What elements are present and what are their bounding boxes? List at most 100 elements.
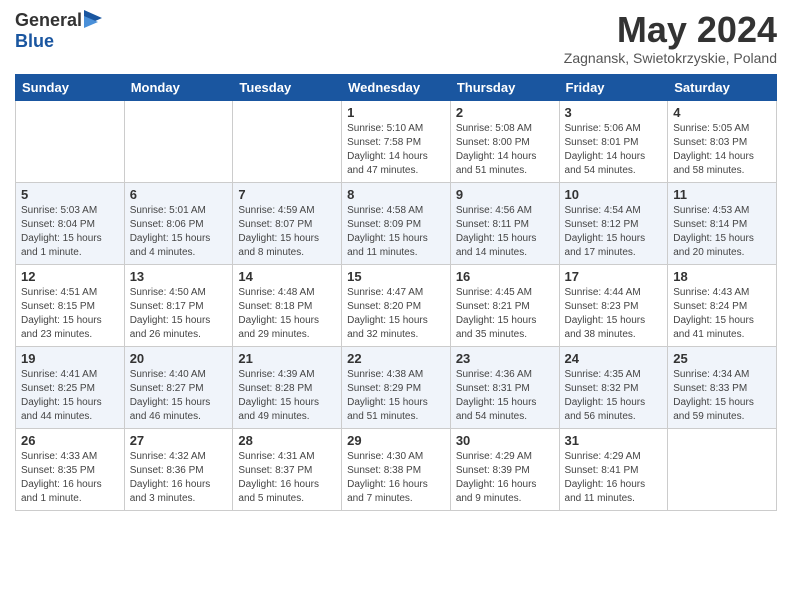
day-number: 16 [456, 269, 554, 284]
day-info: Sunrise: 4:29 AMSunset: 8:41 PMDaylight:… [565, 450, 663, 506]
day-number: 13 [130, 269, 228, 284]
day-info: Sunrise: 4:36 AMSunset: 8:31 PMDaylight:… [456, 368, 554, 424]
day-info: Sunrise: 5:10 AMSunset: 7:58 PMDaylight:… [347, 122, 445, 178]
day-number: 27 [130, 433, 228, 448]
day-number: 23 [456, 351, 554, 366]
calendar-cell: 3Sunrise: 5:06 AMSunset: 8:01 PMDaylight… [559, 100, 668, 182]
day-info: Sunrise: 4:58 AMSunset: 8:09 PMDaylight:… [347, 204, 445, 260]
day-info: Sunrise: 5:08 AMSunset: 8:00 PMDaylight:… [456, 122, 554, 178]
day-info: Sunrise: 5:05 AMSunset: 8:03 PMDaylight:… [673, 122, 771, 178]
day-number: 1 [347, 105, 445, 120]
calendar-cell: 31 Sunrise: 4:29 AMSunset: 8:41 PMDayligh… [559, 428, 668, 510]
calendar-cell: 25 Sunrise: 4:34 AMSunset: 8:33 PMDayligh… [668, 346, 777, 428]
calendar-cell: 21 Sunrise: 4:39 AMSunset: 8:28 PMDayligh… [233, 346, 342, 428]
day-info: Sunrise: 4:48 AMSunset: 8:18 PMDaylight:… [238, 286, 336, 342]
calendar-cell: 7Sunrise: 4:59 AMSunset: 8:07 PMDaylight… [233, 182, 342, 264]
logo-blue: Blue [15, 32, 102, 52]
day-info: Sunrise: 4:35 AMSunset: 8:32 PMDaylight:… [565, 368, 663, 424]
logo-text: General Blue [15, 10, 102, 52]
calendar-cell: 22 Sunrise: 4:38 AMSunset: 8:29 PMDayligh… [342, 346, 451, 428]
calendar-cell: 30 Sunrise: 4:29 AMSunset: 8:39 PMDayligh… [450, 428, 559, 510]
calendar-week-row: 19 Sunrise: 4:41 AMSunset: 8:25 PMDayligh… [16, 346, 777, 428]
calendar-week-row: 12Sunrise: 4:51 AMSunset: 8:15 PMDayligh… [16, 264, 777, 346]
header-sunday: Sunday [16, 74, 125, 100]
calendar-cell [668, 428, 777, 510]
day-number: 4 [673, 105, 771, 120]
calendar-cell: 17 Sunrise: 4:44 AMSunset: 8:23 PMDayligh… [559, 264, 668, 346]
calendar-cell: 23 Sunrise: 4:36 AMSunset: 8:31 PMDayligh… [450, 346, 559, 428]
calendar-cell: 9 Sunrise: 4:56 AMSunset: 8:11 PMDaylight… [450, 182, 559, 264]
day-number: 24 [565, 351, 663, 366]
day-number: 26 [21, 433, 119, 448]
calendar-cell: 29 Sunrise: 4:30 AMSunset: 8:38 PMDayligh… [342, 428, 451, 510]
header-monday: Monday [124, 74, 233, 100]
day-number: 31 [565, 433, 663, 448]
day-number: 6 [130, 187, 228, 202]
calendar-cell: 26Sunrise: 4:33 AMSunset: 8:35 PMDayligh… [16, 428, 125, 510]
calendar-cell: 4 Sunrise: 5:05 AMSunset: 8:03 PMDaylight… [668, 100, 777, 182]
day-info: Sunrise: 4:47 AMSunset: 8:20 PMDaylight:… [347, 286, 445, 342]
day-info: Sunrise: 4:30 AMSunset: 8:38 PMDaylight:… [347, 450, 445, 506]
header: General Blue May 2024 Zagnansk, Swietokr… [15, 10, 777, 66]
calendar-week-row: 26Sunrise: 4:33 AMSunset: 8:35 PMDayligh… [16, 428, 777, 510]
calendar-cell: 2 Sunrise: 5:08 AMSunset: 8:00 PMDaylight… [450, 100, 559, 182]
calendar-cell: 13 Sunrise: 4:50 AMSunset: 8:17 PMDayligh… [124, 264, 233, 346]
logo: General Blue [15, 10, 102, 52]
day-number: 19 [21, 351, 119, 366]
calendar-cell [124, 100, 233, 182]
calendar-cell: 5 Sunrise: 5:03 AMSunset: 8:04 PMDaylight… [16, 182, 125, 264]
calendar-cell: 10Sunrise: 4:54 AMSunset: 8:12 PMDayligh… [559, 182, 668, 264]
day-info: Sunrise: 4:50 AMSunset: 8:17 PMDaylight:… [130, 286, 228, 342]
day-number: 21 [238, 351, 336, 366]
calendar-cell: 1 Sunrise: 5:10 AMSunset: 7:58 PMDaylight… [342, 100, 451, 182]
calendar-cell: 12Sunrise: 4:51 AMSunset: 8:15 PMDayligh… [16, 264, 125, 346]
calendar-cell: 6 Sunrise: 5:01 AMSunset: 8:06 PMDaylight… [124, 182, 233, 264]
day-number: 22 [347, 351, 445, 366]
header-tuesday: Tuesday [233, 74, 342, 100]
day-info: Sunrise: 4:44 AMSunset: 8:23 PMDaylight:… [565, 286, 663, 342]
calendar-cell: 14 Sunrise: 4:48 AMSunset: 8:18 PMDayligh… [233, 264, 342, 346]
day-number: 14 [238, 269, 336, 284]
calendar-cell: 28Sunrise: 4:31 AMSunset: 8:37 PMDayligh… [233, 428, 342, 510]
calendar-cell [16, 100, 125, 182]
calendar-cell: 11 Sunrise: 4:53 AMSunset: 8:14 PMDayligh… [668, 182, 777, 264]
day-number: 29 [347, 433, 445, 448]
calendar-cell: 15Sunrise: 4:47 AMSunset: 8:20 PMDayligh… [342, 264, 451, 346]
day-number: 17 [565, 269, 663, 284]
logo-general: General [15, 11, 82, 31]
day-info: Sunrise: 5:01 AMSunset: 8:06 PMDaylight:… [130, 204, 228, 260]
day-info: Sunrise: 4:41 AMSunset: 8:25 PMDaylight:… [21, 368, 119, 424]
day-info: Sunrise: 4:40 AMSunset: 8:27 PMDaylight:… [130, 368, 228, 424]
day-number: 25 [673, 351, 771, 366]
day-info: Sunrise: 4:39 AMSunset: 8:28 PMDaylight:… [238, 368, 336, 424]
day-number: 11 [673, 187, 771, 202]
day-number: 12 [21, 269, 119, 284]
day-number: 18 [673, 269, 771, 284]
calendar-cell: 24 Sunrise: 4:35 AMSunset: 8:32 PMDayligh… [559, 346, 668, 428]
day-info: Sunrise: 4:38 AMSunset: 8:29 PMDaylight:… [347, 368, 445, 424]
day-info: Sunrise: 4:56 AMSunset: 8:11 PMDaylight:… [456, 204, 554, 260]
calendar-week-row: 5 Sunrise: 5:03 AMSunset: 8:04 PMDaylight… [16, 182, 777, 264]
day-info: Sunrise: 4:53 AMSunset: 8:14 PMDaylight:… [673, 204, 771, 260]
day-number: 20 [130, 351, 228, 366]
calendar-cell: 20 Sunrise: 4:40 AMSunset: 8:27 PMDayligh… [124, 346, 233, 428]
day-number: 10 [565, 187, 663, 202]
day-number: 3 [565, 105, 663, 120]
day-info: Sunrise: 5:03 AMSunset: 8:04 PMDaylight:… [21, 204, 119, 260]
calendar-cell: 27 Sunrise: 4:32 AMSunset: 8:36 PMDayligh… [124, 428, 233, 510]
location: Zagnansk, Swietokrzyskie, Poland [564, 50, 777, 66]
day-info: Sunrise: 4:32 AMSunset: 8:36 PMDaylight:… [130, 450, 228, 506]
day-number: 8 [347, 187, 445, 202]
logo-icon [84, 10, 102, 32]
header-thursday: Thursday [450, 74, 559, 100]
day-number: 2 [456, 105, 554, 120]
calendar-cell [233, 100, 342, 182]
day-info: Sunrise: 4:29 AMSunset: 8:39 PMDaylight:… [456, 450, 554, 506]
day-number: 9 [456, 187, 554, 202]
day-info: Sunrise: 4:34 AMSunset: 8:33 PMDaylight:… [673, 368, 771, 424]
day-number: 5 [21, 187, 119, 202]
month-title: May 2024 [564, 10, 777, 50]
day-number: 30 [456, 433, 554, 448]
calendar-week-row: 1 Sunrise: 5:10 AMSunset: 7:58 PMDaylight… [16, 100, 777, 182]
calendar-cell: 8 Sunrise: 4:58 AMSunset: 8:09 PMDaylight… [342, 182, 451, 264]
